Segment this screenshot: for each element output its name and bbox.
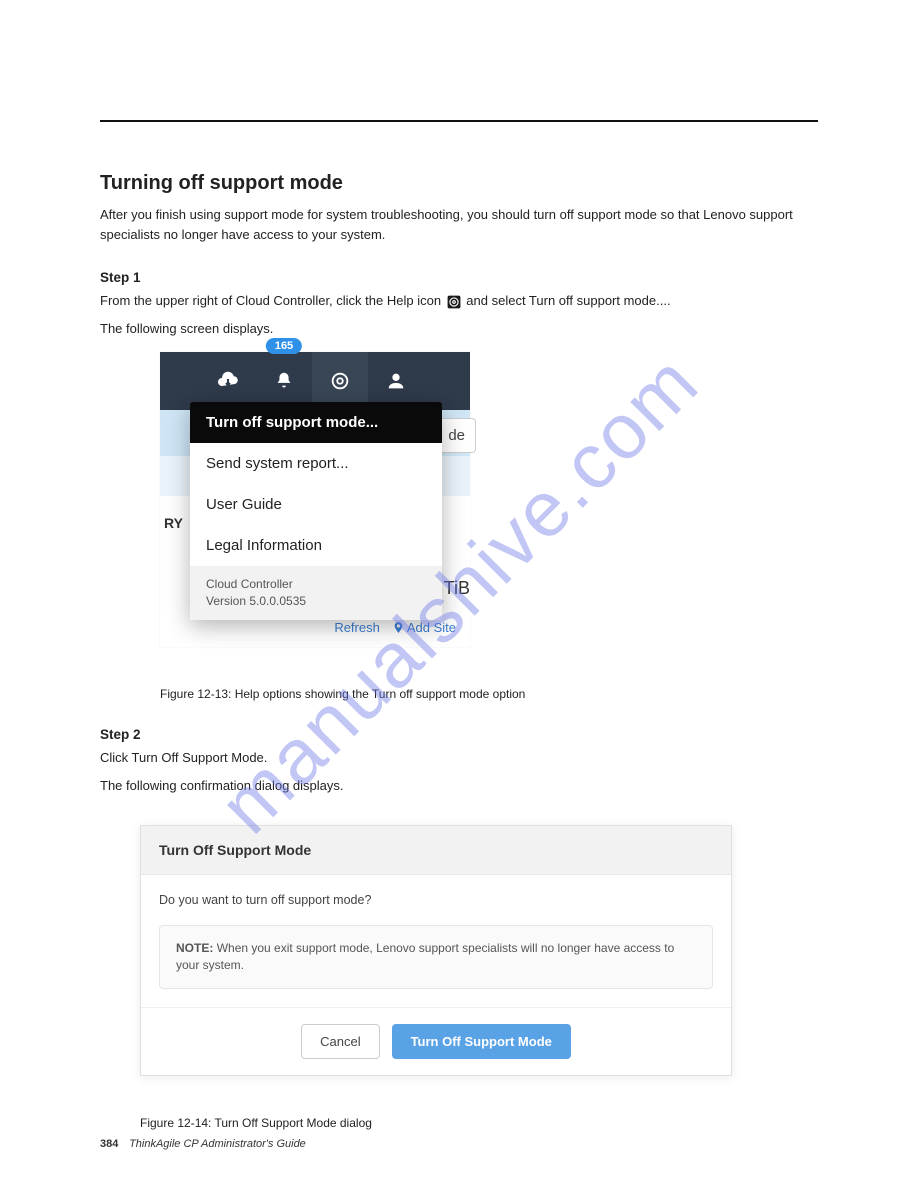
add-site-link[interactable]: Add Site (392, 620, 456, 635)
page-footer: 384 ThinkAgile CP Administrator's Guide (100, 1138, 306, 1150)
help-icon (447, 295, 461, 309)
step1-heading: Step 1 (100, 270, 818, 285)
dialog-footer: Cancel Turn Off Support Mode (141, 1007, 731, 1075)
dialog-title: Turn Off Support Mode (141, 826, 731, 875)
product-name: Cloud Controller (206, 576, 426, 593)
step1-text: From the upper right of Cloud Controller… (100, 291, 818, 311)
refresh-link[interactable]: Refresh (334, 620, 380, 635)
cancel-button[interactable]: Cancel (301, 1024, 379, 1059)
dialog-note-body: When you exit support mode, Lenovo suppo… (176, 941, 674, 972)
intro-paragraph: After you finish using support mode for … (100, 205, 818, 244)
page-number: 384 (100, 1138, 126, 1150)
menu-send-system-report[interactable]: Send system report... (190, 443, 442, 484)
doc-title: ThinkAgile CP Administrator's Guide (129, 1138, 306, 1150)
figure-caption-2: Figure 12-14: Turn Off Support Mode dial… (140, 1116, 818, 1130)
menu-user-guide[interactable]: User Guide (190, 484, 442, 525)
add-site-label: Add Site (407, 620, 456, 635)
menu-turn-off-support-mode[interactable]: Turn off support mode... (190, 402, 442, 443)
menu-version-footer: Cloud Controller Version 5.0.0.0535 (190, 566, 442, 620)
figure-caption-1: Figure 12-13: Help options showing the T… (160, 687, 818, 701)
step1-text-a: From the upper right of Cloud Controller… (100, 293, 441, 308)
product-version: Version 5.0.0.0535 (206, 593, 426, 610)
turn-off-support-dialog: Turn Off Support Mode Do you want to tur… (140, 825, 732, 1076)
help-menu-screenshot: 165 de 26 TiB Turn off support mode... S… (160, 352, 470, 647)
turn-off-support-mode-button[interactable]: Turn Off Support Mode (392, 1024, 571, 1059)
truncated-mode-button: de (437, 418, 476, 453)
dialog-body: Do you want to turn off support mode? NO… (141, 875, 731, 1007)
section-title: Turning off support mode (100, 172, 818, 195)
dialog-note-label: NOTE: (176, 941, 213, 955)
menu-legal-information[interactable]: Legal Information (190, 525, 442, 566)
step1-text2: The following screen displays. (100, 319, 818, 339)
row-left-fragment: RY (160, 515, 187, 531)
dialog-question: Do you want to turn off support mode? (159, 893, 713, 907)
notifications-count-badge: 165 (266, 338, 302, 354)
step2-text2: The following confirmation dialog displa… (100, 776, 818, 796)
step2-text: Click Turn Off Support Mode. (100, 748, 818, 768)
dialog-note: NOTE: When you exit support mode, Lenovo… (159, 925, 713, 989)
step2-heading: Step 2 (100, 727, 818, 742)
help-dropdown-menu: Turn off support mode... Send system rep… (190, 402, 442, 620)
step1-text-b: and select Turn off support mode.... (466, 293, 670, 308)
